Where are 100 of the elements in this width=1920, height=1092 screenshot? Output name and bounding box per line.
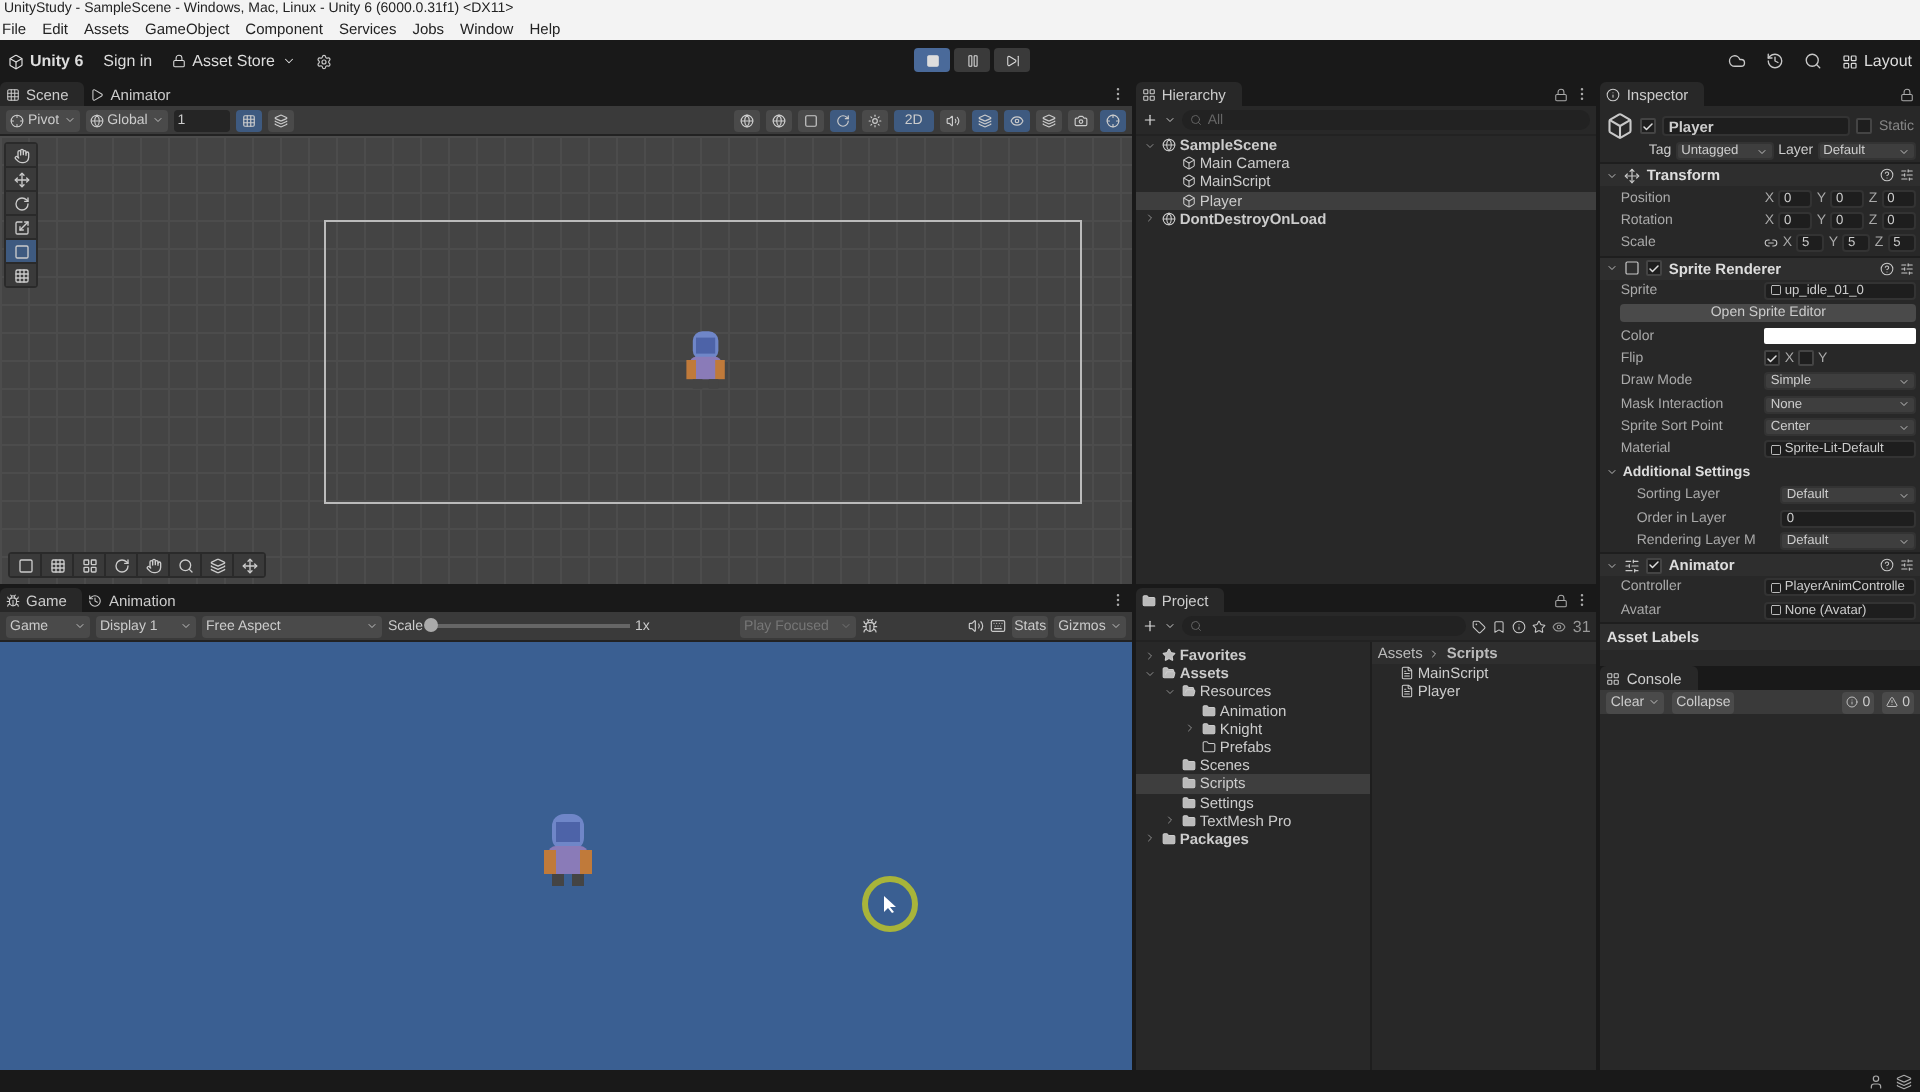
info-icon: [1606, 87, 1621, 101]
preset-icon: [1900, 558, 1914, 573]
checkbox[interactable]: [1764, 350, 1781, 367]
pause-icon: [965, 53, 979, 67]
check-icon: [1642, 119, 1655, 133]
pivot-icon: [10, 113, 24, 127]
enabled-checkbox[interactable]: [1646, 557, 1663, 574]
caret-icon: [63, 114, 76, 126]
gizmos-icon[interactable]: [1099, 109, 1126, 131]
warning-icon: [1886, 696, 1899, 709]
rect-tool-icon[interactable]: [6, 240, 36, 262]
lock-icon: [1554, 593, 1569, 607]
step-icon: [1005, 53, 1019, 67]
check-icon: [1648, 261, 1661, 276]
overlay-grid-icon[interactable]: [42, 554, 72, 576]
layers-icon[interactable]: [1035, 109, 1062, 131]
light-icon[interactable]: [861, 109, 888, 131]
caret-icon: [366, 620, 378, 632]
info-icon: [1512, 619, 1527, 633]
step-button[interactable]: [994, 48, 1030, 72]
help-icon: [1880, 168, 1894, 183]
pause-button[interactable]: [954, 48, 990, 72]
hidden-count[interactable]: 31: [1552, 617, 1591, 635]
keyboard-icon: [990, 618, 1007, 634]
clock-icon: [88, 593, 103, 607]
caret-icon: [1163, 620, 1176, 632]
static-checkbox[interactable]: [1856, 118, 1873, 134]
asset-store-button[interactable]: Asset Store: [172, 52, 295, 70]
cursor-icon: [882, 894, 898, 914]
grid-icon: [1841, 53, 1858, 69]
visibility-icon[interactable]: [1003, 109, 1030, 131]
folder-icon: [1181, 813, 1196, 828]
scale-tool-icon[interactable]: [6, 216, 36, 238]
folder-icon: [1201, 721, 1216, 736]
play-button[interactable]: [914, 48, 950, 72]
user-icon: [1868, 1073, 1884, 1089]
overlay-tiles-icon[interactable]: [74, 554, 104, 576]
caret-icon: [281, 54, 295, 68]
overlay-hand-icon[interactable]: [138, 554, 168, 576]
folder-icon: [1181, 776, 1196, 791]
cube-icon: [1181, 156, 1196, 171]
lock-icon: [1900, 87, 1914, 101]
caret-icon: [840, 620, 853, 632]
rotate-tool-icon[interactable]: [6, 192, 36, 214]
enabled-checkbox[interactable]: [1646, 260, 1663, 277]
folder-icon: [1181, 795, 1196, 810]
layout-button[interactable]: Layout: [1841, 52, 1912, 70]
caret-icon: [1898, 489, 1910, 502]
label-icon: [1472, 619, 1487, 633]
caret-icon: [1109, 620, 1122, 632]
search-icon: [1189, 114, 1202, 126]
globe-icon: [89, 113, 104, 127]
asset-icon: [1770, 443, 1783, 456]
camera-icon[interactable]: [1067, 109, 1094, 131]
add-button[interactable]: [1141, 112, 1176, 128]
hand-tool-icon[interactable]: [6, 144, 36, 166]
slider-thumb[interactable]: [423, 618, 438, 632]
folder-icon: [1181, 684, 1196, 699]
history-icon: [1765, 52, 1784, 70]
audio-icon: [968, 618, 985, 634]
caret-icon: [1898, 145, 1911, 158]
move-tool-icon[interactable]: [6, 168, 36, 190]
caret-icon: [180, 620, 192, 632]
lock-icon: [1554, 87, 1569, 101]
help-icon: [1880, 558, 1894, 573]
active-checkbox[interactable]: [1640, 118, 1657, 134]
overlay-search-icon[interactable]: [170, 554, 200, 576]
folder-icon: [1161, 831, 1176, 846]
color-swatch[interactable]: [1764, 328, 1916, 345]
search-icon: [1189, 620, 1202, 632]
caret-icon: [1898, 535, 1910, 548]
search-field[interactable]: [1181, 616, 1467, 636]
overlay-layers-icon[interactable]: [202, 554, 232, 576]
info-icon: [1846, 696, 1859, 709]
check-icon: [1648, 558, 1661, 573]
preset-icon: [1900, 261, 1914, 276]
add-button[interactable]: [1141, 618, 1176, 634]
preset-icon: [1900, 168, 1914, 183]
overlay-rotate-icon[interactable]: [106, 554, 136, 576]
sign-in-link[interactable]: Sign in: [103, 52, 153, 70]
checkbox[interactable]: [1798, 350, 1814, 367]
folder-icon: [1181, 758, 1196, 773]
account-button[interactable]: Unity 6: [8, 52, 84, 70]
cube-icon: [1606, 112, 1635, 140]
caret-icon: [1648, 696, 1661, 709]
folder-icon: [1201, 740, 1216, 755]
overlay-rect-icon[interactable]: [10, 554, 40, 576]
audio-icon[interactable]: [939, 109, 966, 131]
folder-icon: [1141, 593, 1156, 607]
grid-snap-icon[interactable]: [235, 109, 262, 131]
cloud-icon: [1727, 52, 1746, 70]
caret-icon: [1756, 145, 1769, 158]
check-icon: [1766, 351, 1779, 366]
layers-icon: [1896, 1073, 1912, 1089]
star-icon: [1532, 619, 1547, 633]
script-file-icon: [1399, 684, 1414, 699]
cube-icon: [1181, 174, 1196, 189]
plus-icon: [1141, 618, 1158, 634]
overlay-move-icon[interactable]: [234, 554, 264, 576]
eye-icon: [1552, 619, 1567, 633]
